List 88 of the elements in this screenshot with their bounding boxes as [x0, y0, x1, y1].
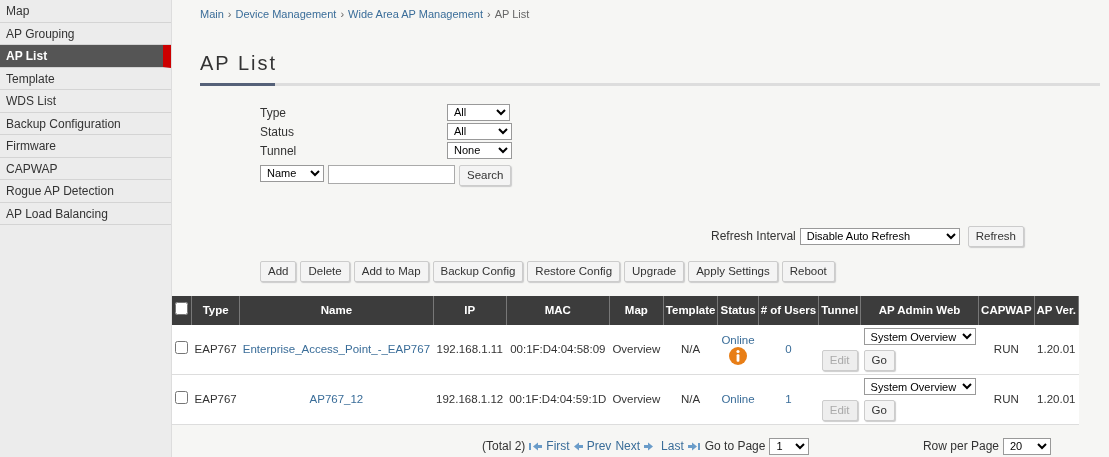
- go-to-page-label: Go to Page: [704, 438, 766, 456]
- filter-label: Tunnel: [260, 142, 298, 160]
- column-header: IP: [433, 296, 507, 326]
- filter-dropdown[interactable]: All: [447, 103, 510, 121]
- action-button[interactable]: Restore Config: [527, 261, 621, 283]
- table-cell: 1.20.01: [1037, 393, 1076, 406]
- action-button[interactable]: Backup Config: [432, 261, 524, 283]
- table-cell: 192.168.1.12: [436, 393, 504, 406]
- ap-name-link[interactable]: AP767_12: [309, 393, 364, 406]
- search-field-dropdown[interactable]: Name: [260, 164, 324, 182]
- filter-label: Status: [260, 123, 296, 141]
- status-text: Online: [720, 393, 756, 407]
- breadcrumb-link[interactable]: Main: [200, 8, 224, 20]
- refresh-interval-dropdown[interactable]: Disable Auto Refresh: [799, 227, 960, 245]
- column-header: Map: [609, 296, 664, 326]
- admin-web-dropdown[interactable]: System Overview: [863, 378, 976, 396]
- column-header: Tunnel: [818, 296, 861, 326]
- column-header: CAPWAP: [978, 296, 1035, 326]
- action-button[interactable]: Delete: [300, 261, 350, 283]
- page-dropdown[interactable]: 1: [769, 437, 810, 455]
- column-header: # of Users: [758, 296, 819, 326]
- action-button[interactable]: Upgrade: [624, 261, 685, 283]
- action-button[interactable]: Reboot: [781, 261, 835, 283]
- sidebar-item[interactable]: Backup Configuration: [0, 112, 171, 135]
- sidebar-item[interactable]: AP Load Balancing: [0, 202, 171, 225]
- column-header: Template: [663, 296, 718, 326]
- table-cell: EAP767: [194, 343, 237, 356]
- table-cell: N/A: [681, 393, 701, 406]
- table-cell: 00:1F:D4:04:58:09: [510, 343, 606, 356]
- sidebar-item[interactable]: Rogue AP Detection: [0, 180, 171, 203]
- table-cell: 1.20.01: [1037, 343, 1076, 356]
- breadcrumb-separator: ›: [340, 8, 345, 20]
- table-cell: RUN: [993, 393, 1019, 406]
- action-button[interactable]: Add: [260, 261, 297, 283]
- table-cell: 192.168.1.11: [436, 343, 503, 356]
- breadcrumb-separator: ›: [227, 8, 232, 20]
- go-button[interactable]: Go: [863, 350, 895, 372]
- sidebar-item[interactable]: AP List: [0, 45, 171, 68]
- next-page-link[interactable]: Next: [615, 437, 641, 456]
- breadcrumb-link[interactable]: Wide Area AP Management: [348, 8, 483, 20]
- rows-per-page-label: Row per Page: [922, 438, 999, 456]
- select-all-checkbox[interactable]: [175, 301, 188, 315]
- column-header: Status: [717, 296, 759, 326]
- sidebar-item[interactable]: WDS List: [0, 90, 171, 113]
- page-title: AP List: [200, 50, 278, 75]
- action-button[interactable]: Add to Map: [353, 261, 429, 283]
- filter-label: Type: [260, 104, 287, 122]
- admin-web-dropdown[interactable]: System Overview: [863, 328, 976, 346]
- breadcrumb-separator: ›: [487, 8, 491, 20]
- table-cell: 00:1F:D4:04:59:1D: [509, 393, 607, 406]
- first-page-icon: [529, 441, 543, 451]
- last-page-link[interactable]: Last: [661, 437, 684, 456]
- refresh-interval-label: Refresh Interval: [711, 228, 796, 246]
- filter-dropdown[interactable]: None: [447, 141, 512, 159]
- user-count-link[interactable]: 0: [785, 343, 792, 356]
- column-header: Name: [239, 296, 434, 326]
- previous-page-icon: [573, 441, 583, 451]
- action-button[interactable]: Apply Settings: [688, 261, 778, 283]
- breadcrumb-current: AP List: [494, 8, 530, 20]
- sidebar-item[interactable]: Map: [0, 0, 171, 23]
- search-field[interactable]: [328, 164, 455, 184]
- previous-page-link[interactable]: Prev: [586, 437, 612, 456]
- rows-per-page-dropdown[interactable]: 20: [1003, 437, 1051, 455]
- row-checkbox[interactable]: [175, 390, 189, 404]
- sidebar-item[interactable]: Firmware: [0, 135, 171, 158]
- table-cell: RUN: [993, 343, 1019, 356]
- column-header: Type: [191, 296, 240, 326]
- table-cell: Overview: [612, 343, 661, 356]
- column-header: AP Ver.: [1034, 296, 1079, 326]
- table-cell: Overview: [612, 393, 661, 406]
- refresh-button[interactable]: Refresh: [967, 225, 1024, 247]
- last-page-icon: [687, 441, 701, 451]
- column-header: AP Admin Web: [860, 296, 979, 326]
- total-count: (Total 2): [482, 438, 526, 456]
- status-text: Online: [720, 334, 756, 348]
- sidebar-item[interactable]: CAPWAP: [0, 157, 171, 180]
- next-page-icon: [644, 441, 654, 451]
- user-count-link[interactable]: 1: [785, 393, 792, 406]
- row-checkbox[interactable]: [175, 340, 189, 354]
- table-cell: N/A: [681, 343, 701, 356]
- go-button[interactable]: Go: [863, 400, 895, 422]
- table-cell: EAP767: [194, 393, 237, 406]
- filter-dropdown[interactable]: All: [447, 122, 512, 140]
- breadcrumb-link[interactable]: Device Management: [235, 8, 337, 20]
- column-header: MAC: [506, 296, 610, 326]
- first-page-link[interactable]: First: [546, 437, 570, 456]
- sidebar-item[interactable]: Template: [0, 67, 171, 90]
- search-button[interactable]: Search: [459, 164, 512, 186]
